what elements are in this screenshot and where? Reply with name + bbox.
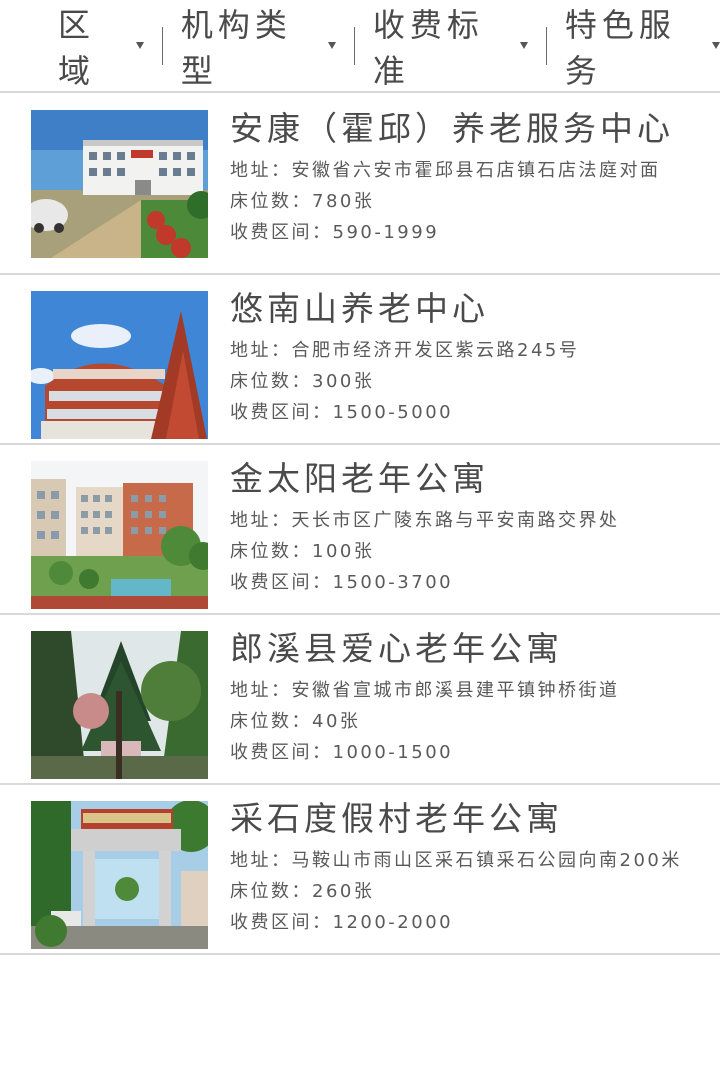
- fee-value: 1200-2000: [332, 912, 454, 933]
- address-value: 天长市区广陵东路与平安南路交界处: [291, 510, 620, 531]
- fee-label: 收费区间：: [230, 222, 333, 243]
- institution-photo: [31, 631, 208, 779]
- list-item[interactable]: 郎溪县爱心老年公寓 地址：安徽省宣城市郎溪县建平镇钟桥街道 床位数：40张 收费…: [0, 615, 720, 785]
- institution-list: 安康（霍邱）养老服务中心 地址：安徽省六安市霍邱县石店镇石店法庭对面 床位数：7…: [0, 93, 720, 955]
- beds-value: 100张: [312, 541, 375, 562]
- beds-value: 300张: [312, 371, 375, 392]
- divider: [353, 26, 355, 65]
- address-label: 地址：: [230, 340, 292, 361]
- divider: [161, 26, 163, 65]
- address-value: 马鞍山市雨山区采石镇采石公园向南200米: [291, 850, 682, 871]
- institution-fee: 收费区间：1200-2000: [230, 907, 710, 938]
- fee-label: 收费区间：: [230, 402, 333, 423]
- institution-fee: 收费区间：1500-3700: [230, 567, 710, 598]
- list-item[interactable]: 悠南山养老中心 地址：合肥市经济开发区紫云路245号 床位数：300张 收费区间…: [0, 275, 720, 445]
- beds-value: 40张: [312, 711, 361, 732]
- institution-beds: 床位数：300张: [230, 366, 710, 397]
- fee-value: 1000-1500: [332, 742, 454, 763]
- institution-name: 安康（霍邱）养老服务中心: [230, 109, 674, 148]
- institution-beds: 床位数：780张: [230, 186, 710, 217]
- filter-bar: 区域 机构类型 收费标准 特色服务: [0, 0, 720, 93]
- filter-fee-standard[interactable]: 收费标准: [373, 6, 528, 90]
- filter-institution-type[interactable]: 机构类型: [181, 6, 336, 90]
- institution-info: 郎溪县爱心老年公寓 地址：安徽省宣城市郎溪县建平镇钟桥街道 床位数：40张 收费…: [230, 629, 710, 768]
- institution-photo: [31, 291, 208, 439]
- institution-address: 地址：天长市区广陵东路与平安南路交界处: [230, 505, 710, 536]
- institution-name: 悠南山养老中心: [230, 289, 489, 328]
- fee-value: 1500-5000: [332, 402, 454, 423]
- list-item[interactable]: 采石度假村老年公寓 地址：马鞍山市雨山区采石镇采石公园向南200米 床位数：26…: [0, 785, 720, 955]
- institution-address: 地址：马鞍山市雨山区采石镇采石公园向南200米: [230, 845, 710, 876]
- institution-name: 郎溪县爱心老年公寓: [230, 629, 563, 668]
- list-item[interactable]: 安康（霍邱）养老服务中心 地址：安徽省六安市霍邱县石店镇石店法庭对面 床位数：7…: [0, 93, 720, 275]
- institution-address: 地址：安徽省宣城市郎溪县建平镇钟桥街道: [230, 675, 710, 706]
- fee-label: 收费区间：: [230, 912, 333, 933]
- institution-info: 金太阳老年公寓 地址：天长市区广陵东路与平安南路交界处 床位数：100张 收费区…: [230, 459, 710, 598]
- address-label: 地址：: [230, 160, 292, 181]
- institution-fee: 收费区间：1000-1500: [230, 737, 710, 768]
- address-value: 安徽省宣城市郎溪县建平镇钟桥街道: [291, 680, 620, 701]
- beds-label: 床位数：: [230, 371, 312, 392]
- institution-fee: 收费区间：590-1999: [230, 217, 710, 248]
- institution-address: 地址：合肥市经济开发区紫云路245号: [230, 335, 710, 366]
- institution-photo: [31, 110, 208, 258]
- beds-label: 床位数：: [230, 191, 312, 212]
- address-label: 地址：: [230, 850, 292, 871]
- fee-value: 590-1999: [332, 222, 440, 243]
- chevron-down-icon: [712, 42, 720, 49]
- institution-info: 安康（霍邱）养老服务中心 地址：安徽省六安市霍邱县石店镇石店法庭对面 床位数：7…: [230, 109, 710, 248]
- address-label: 地址：: [230, 510, 292, 531]
- filter-special-service-label: 特色服务: [564, 5, 676, 90]
- filter-fee-standard-label: 收费标准: [372, 5, 484, 90]
- institution-photo: [31, 461, 208, 609]
- address-value: 合肥市经济开发区紫云路245号: [291, 340, 580, 361]
- filter-special-service[interactable]: 特色服务: [565, 6, 720, 90]
- institution-photo: [31, 801, 208, 949]
- beds-label: 床位数：: [230, 711, 312, 732]
- beds-label: 床位数：: [230, 881, 312, 902]
- institution-info: 采石度假村老年公寓 地址：马鞍山市雨山区采石镇采石公园向南200米 床位数：26…: [230, 799, 710, 938]
- fee-label: 收费区间：: [230, 742, 333, 763]
- fee-value: 1500-3700: [332, 572, 454, 593]
- institution-beds: 床位数：40张: [230, 706, 710, 737]
- institution-beds: 床位数：100张: [230, 536, 710, 567]
- filter-institution-type-label: 机构类型: [180, 5, 292, 90]
- chevron-down-icon: [327, 42, 336, 49]
- filter-region[interactable]: 区域: [58, 6, 144, 90]
- institution-name: 金太阳老年公寓: [230, 459, 489, 498]
- fee-label: 收费区间：: [230, 572, 333, 593]
- address-value: 安徽省六安市霍邱县石店镇石店法庭对面: [291, 160, 661, 181]
- institution-beds: 床位数：260张: [230, 876, 710, 907]
- institution-info: 悠南山养老中心 地址：合肥市经济开发区紫云路245号 床位数：300张 收费区间…: [230, 289, 710, 428]
- list-item[interactable]: 金太阳老年公寓 地址：天长市区广陵东路与平安南路交界处 床位数：100张 收费区…: [0, 445, 720, 615]
- institution-name: 采石度假村老年公寓: [230, 799, 563, 838]
- institution-address: 地址：安徽省六安市霍邱县石店镇石店法庭对面: [230, 155, 710, 186]
- beds-value: 780张: [312, 191, 375, 212]
- divider: [545, 26, 547, 65]
- chevron-down-icon: [519, 42, 528, 49]
- address-label: 地址：: [230, 680, 292, 701]
- filter-region-label: 区域: [58, 5, 96, 90]
- institution-fee: 收费区间：1500-5000: [230, 397, 710, 428]
- beds-label: 床位数：: [230, 541, 312, 562]
- chevron-down-icon: [135, 42, 144, 49]
- beds-value: 260张: [312, 881, 375, 902]
